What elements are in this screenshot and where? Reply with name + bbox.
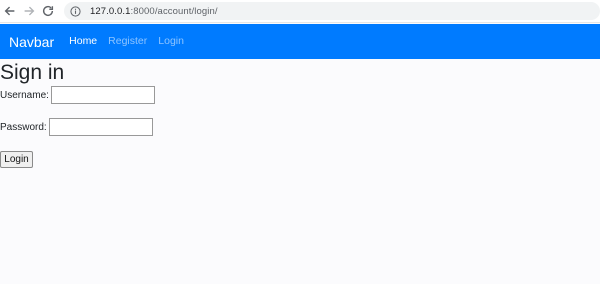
reload-button[interactable] <box>39 1 56 21</box>
page-title: Sign in <box>0 61 65 84</box>
navbar-brand[interactable]: Navbar <box>9 35 54 49</box>
nav-link-login[interactable]: Login <box>158 36 184 47</box>
nav-link-home[interactable]: Home <box>69 36 97 47</box>
address-bar[interactable]: 127.0.0.1:8000/account/login/ <box>64 2 600 20</box>
username-label: Username: <box>0 89 49 101</box>
username-field[interactable] <box>50 86 155 104</box>
forward-arrow-icon <box>24 6 35 16</box>
url-path: :8000/account/login/ <box>130 5 218 17</box>
back-arrow-icon <box>4 6 15 16</box>
password-row: Password: <box>0 118 153 136</box>
reload-icon <box>42 5 53 17</box>
back-button[interactable] <box>2 1 19 21</box>
login-button[interactable]: Login <box>0 151 33 168</box>
nav-link-register[interactable]: Register <box>108 36 147 47</box>
password-field[interactable] <box>48 118 153 136</box>
username-row: Username: <box>0 86 155 104</box>
forward-button[interactable] <box>21 1 38 21</box>
navbar: Navbar Home Register Login <box>0 24 600 59</box>
browser-toolbar: 127.0.0.1:8000/account/login/ <box>0 0 600 23</box>
info-icon[interactable] <box>70 5 81 17</box>
url-text: 127.0.0.1:8000/account/login/ <box>90 6 218 17</box>
url-host: 127.0.0.1 <box>90 5 131 17</box>
password-label: Password: <box>0 121 47 133</box>
